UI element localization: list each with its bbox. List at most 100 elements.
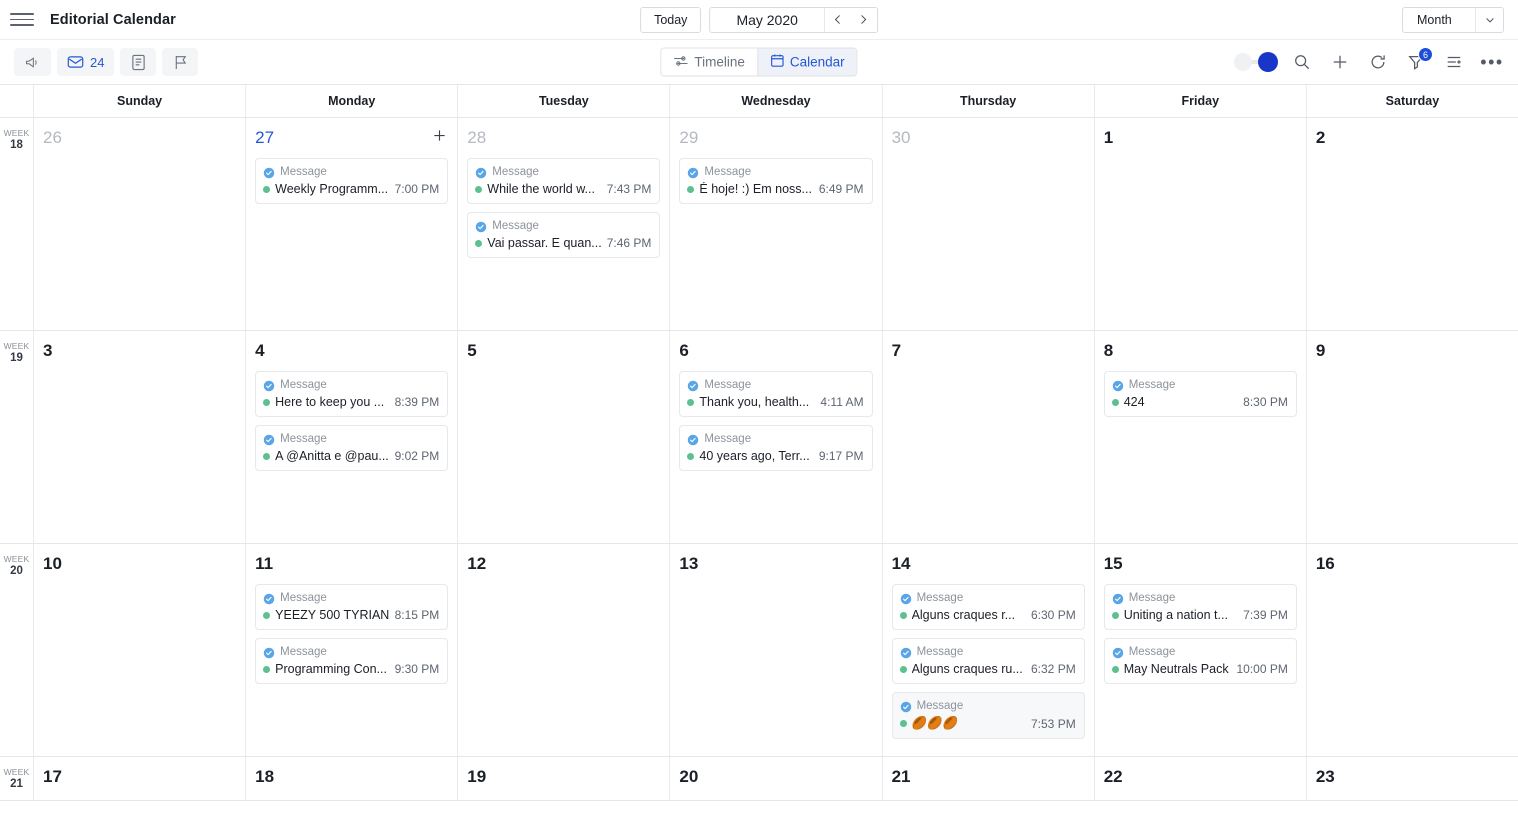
event-card[interactable]: Message 424 8:30 PM bbox=[1103, 371, 1297, 417]
filter-icon[interactable]: 6 bbox=[1402, 47, 1433, 76]
weekday-header-tuesday: Tuesday bbox=[458, 85, 671, 117]
more-icon[interactable]: ••• bbox=[1478, 48, 1506, 76]
day-cell[interactable]: 12 bbox=[458, 544, 671, 756]
day-number[interactable]: 6 bbox=[679, 341, 688, 361]
chevron-right-icon[interactable] bbox=[850, 7, 877, 32]
event-card[interactable]: Message 40 years ago, Terr... 9:17 PM bbox=[679, 425, 873, 471]
search-icon[interactable] bbox=[1288, 48, 1316, 76]
day-cell[interactable]: 1 bbox=[1095, 118, 1307, 330]
event-card[interactable]: Message Programming Con... 9:30 PM bbox=[255, 638, 449, 684]
chevron-left-icon[interactable] bbox=[824, 7, 851, 32]
day-number[interactable]: 26 bbox=[43, 128, 62, 148]
week-number: 20 bbox=[10, 565, 23, 577]
day-cell[interactable]: 18 bbox=[246, 757, 459, 800]
event-card[interactable]: Message While the world w... 7:43 PM bbox=[467, 158, 661, 204]
event-card[interactable]: Message Uniting a nation t... 7:39 PM bbox=[1103, 584, 1297, 630]
refresh-icon[interactable] bbox=[1364, 48, 1392, 76]
day-cell[interactable]: 15 Message Uniting a nation t... 7:39 PM Mes… bbox=[1095, 544, 1307, 756]
day-cell[interactable]: 17 bbox=[34, 757, 247, 800]
day-number[interactable]: 10 bbox=[43, 554, 62, 574]
day-number[interactable]: 9 bbox=[1316, 341, 1325, 361]
event-title: Thank you, health... bbox=[699, 395, 810, 409]
event-type: Message bbox=[1112, 645, 1288, 659]
notes-icon[interactable] bbox=[120, 48, 157, 76]
day-number[interactable]: 4 bbox=[255, 341, 264, 361]
day-cell[interactable]: 29 Message É hoje! :) Em noss... 6:49 PM bbox=[670, 118, 883, 330]
day-cell[interactable]: 8 Message 424 8:30 PM bbox=[1095, 331, 1307, 543]
day-number[interactable]: 28 bbox=[467, 128, 486, 148]
day-cell[interactable]: 13 bbox=[670, 544, 883, 756]
day-cell[interactable]: 26 bbox=[34, 118, 247, 330]
day-number[interactable]: 16 bbox=[1316, 554, 1335, 574]
event-card[interactable]: Message May Neutrals Pack 10:00 PM bbox=[1103, 638, 1297, 684]
day-number[interactable]: 12 bbox=[467, 554, 486, 574]
event-card[interactable]: Message Here to keep you ... 8:39 PM bbox=[255, 371, 449, 417]
day-number[interactable]: 5 bbox=[467, 341, 476, 361]
day-cell[interactable]: 3 bbox=[34, 331, 247, 543]
day-number[interactable]: 30 bbox=[892, 128, 911, 148]
day-number[interactable]: 3 bbox=[43, 341, 52, 361]
day-cell[interactable]: 20 bbox=[670, 757, 883, 800]
event-card[interactable]: Message A @Anitta e @pau... 9:02 PM bbox=[255, 425, 449, 471]
event-card[interactable]: Message Thank you, health... 4:11 AM bbox=[679, 371, 873, 417]
add-icon[interactable] bbox=[1326, 48, 1354, 76]
day-cell[interactable]: 22 bbox=[1095, 757, 1307, 800]
day-number[interactable]: 23 bbox=[1316, 767, 1335, 787]
page-title: Editorial Calendar bbox=[50, 11, 176, 28]
day-number[interactable]: 15 bbox=[1104, 554, 1123, 574]
day-cell[interactable]: 2 bbox=[1307, 118, 1518, 330]
event-card[interactable]: Message Weekly Programm... 7:00 PM bbox=[255, 158, 449, 204]
chevron-down-icon[interactable] bbox=[1475, 7, 1503, 32]
day-number[interactable]: 22 bbox=[1104, 767, 1123, 787]
flag-icon[interactable] bbox=[162, 48, 199, 76]
view-scale-selector[interactable]: Month bbox=[1402, 6, 1504, 33]
event-card[interactable]: Message 🏉🏉🏉 7:53 PM bbox=[891, 692, 1085, 739]
announcement-icon[interactable] bbox=[14, 48, 51, 76]
today-button[interactable]: Today bbox=[640, 6, 702, 33]
day-cell[interactable]: 6 Message Thank you, health... 4:11 AM Messa… bbox=[670, 331, 883, 543]
current-period-label[interactable]: May 2020 bbox=[710, 8, 823, 32]
day-number[interactable]: 18 bbox=[255, 767, 274, 787]
day-cell[interactable]: 19 bbox=[458, 757, 671, 800]
day-cell[interactable]: 14 Message Alguns craques r... 6:30 PM Messa… bbox=[883, 544, 1095, 756]
day-cell[interactable]: 21 bbox=[883, 757, 1095, 800]
day-number[interactable]: 17 bbox=[43, 767, 62, 787]
day-number[interactable]: 7 bbox=[892, 341, 901, 361]
day-number[interactable]: 11 bbox=[255, 554, 273, 574]
inbox-icon[interactable]: 24 bbox=[57, 48, 115, 76]
tab-timeline[interactable]: Timeline bbox=[661, 48, 757, 76]
day-number[interactable]: 29 bbox=[679, 128, 698, 148]
day-cell[interactable]: 30 bbox=[883, 118, 1095, 330]
day-cell[interactable]: 23 bbox=[1307, 757, 1518, 800]
view-scale-label[interactable]: Month bbox=[1403, 8, 1475, 32]
day-number[interactable]: 1 bbox=[1104, 128, 1113, 148]
day-cell[interactable]: 11 Message YEEZY 500 TYRIAN 8:15 PM Message P… bbox=[246, 544, 459, 756]
event-card[interactable]: Message É hoje! :) Em noss... 6:49 PM bbox=[679, 158, 873, 204]
day-number[interactable]: 2 bbox=[1316, 128, 1325, 148]
add-event-icon[interactable] bbox=[432, 128, 447, 148]
day-cell[interactable]: 16 bbox=[1307, 544, 1518, 756]
event-card[interactable]: Message Alguns craques ru... 6:32 PM bbox=[891, 638, 1085, 684]
sort-icon[interactable] bbox=[1440, 48, 1468, 76]
add-event-button[interactable] bbox=[430, 129, 448, 147]
event-card[interactable]: Message Alguns craques r... 6:30 PM bbox=[891, 584, 1085, 630]
day-number[interactable]: 19 bbox=[467, 767, 486, 787]
day-number[interactable]: 14 bbox=[892, 554, 911, 574]
day-number[interactable]: 8 bbox=[1104, 341, 1113, 361]
event-card[interactable]: Message YEEZY 500 TYRIAN 8:15 PM bbox=[255, 584, 449, 630]
day-cell[interactable]: 9 bbox=[1307, 331, 1518, 543]
hamburger-icon[interactable] bbox=[10, 8, 34, 32]
day-number[interactable]: 13 bbox=[679, 554, 698, 574]
day-cell[interactable]: 5 bbox=[458, 331, 671, 543]
day-cell[interactable]: 27 Message Weekly Programm... 7:00 PM bbox=[246, 118, 459, 330]
event-card[interactable]: Message Vai passar. E quan... 7:46 PM bbox=[467, 212, 661, 258]
tab-calendar[interactable]: Calendar bbox=[756, 48, 857, 76]
day-cell[interactable]: 4 Message Here to keep you ... 8:39 PM Messa… bbox=[246, 331, 459, 543]
day-number[interactable]: 20 bbox=[679, 767, 698, 787]
day-number[interactable]: 27 bbox=[255, 128, 274, 148]
day-cell[interactable]: 10 bbox=[34, 544, 247, 756]
view-toggle[interactable] bbox=[1234, 52, 1278, 72]
day-cell[interactable]: 28 Message While the world w... 7:43 PM Mess… bbox=[458, 118, 671, 330]
day-cell[interactable]: 7 bbox=[883, 331, 1095, 543]
day-number[interactable]: 21 bbox=[892, 767, 911, 787]
